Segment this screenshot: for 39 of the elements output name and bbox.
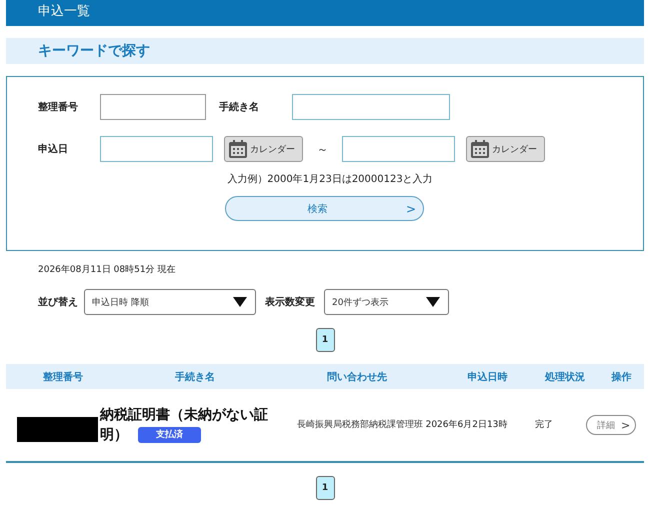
table-cell-text: 2026年6月2日13時 [424,418,508,432]
column-header: 操作 [610,370,632,384]
field-label: 手続き名 [219,100,260,114]
field-label: 申込日 [38,142,69,156]
calendar-button[interactable]: カレンダー [224,136,303,162]
procedure-name: 納税証明書（未納がない証明） 支払済 [98,406,269,446]
column-header: 手続き名 [174,370,216,384]
field-label: 整理番号 [38,100,79,114]
page-button[interactable]: 1 [316,328,334,352]
dropdown[interactable]: 20件ずつ表示 [324,289,449,315]
control-label: 並び替え [38,296,79,309]
timestamp: 2026年08月11日 08時51分 現在 [38,264,176,276]
column-header: 問い合わせ先 [326,370,388,384]
caret-icon [233,297,247,307]
hint-text: 入力例）2000年1月23日は20000123と入力 [226,172,434,186]
section-heading: キーワードで探す [6,38,644,64]
input-field[interactable] [100,94,206,120]
control-label: 表示数変更 [265,295,315,309]
column-header: 申込日時 [466,370,508,384]
input-field[interactable] [292,94,450,120]
column-header: 処理状況 [544,370,586,384]
dropdown[interactable]: 申込日時 降順 [84,289,256,315]
page-title: 申込一覧 [6,0,644,26]
caret-icon [426,297,440,307]
calendar-icon [228,139,248,159]
status-badge: 支払済 [138,427,201,444]
page-button[interactable]: 1 [316,476,334,500]
input-field[interactable] [342,136,455,162]
arrow-icon: > [621,418,630,432]
arrow-icon: > [399,202,423,216]
table-cell-text: 長崎振興局税務部納税課管理班 [296,418,423,432]
input-field[interactable] [100,136,213,162]
column-header: 整理番号 [42,370,84,384]
detail-button[interactable]: 詳細 > [586,415,636,435]
search-button[interactable]: 検索 > [225,196,424,221]
range-separator: ～ [317,142,328,156]
calendar-icon [470,139,490,159]
calendar-button[interactable]: カレンダー [466,136,545,162]
table-cell-text: 完了 [534,418,554,432]
